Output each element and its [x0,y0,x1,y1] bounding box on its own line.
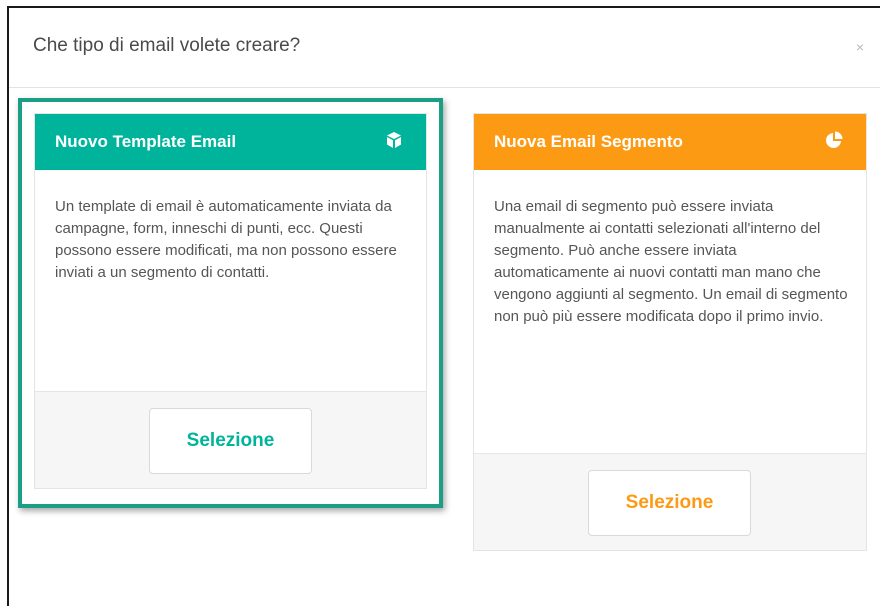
modal-title: Che tipo di email volete creare? [33,35,301,56]
select-segment-button[interactable]: Selezione [588,470,751,536]
modal-header: Che tipo di email volete creare? × [9,8,880,88]
close-button[interactable]: × [856,40,864,54]
card-header: Nuovo Template Email [35,114,426,170]
card-title: Nuovo Template Email [55,132,237,151]
card-footer: Selezione [35,391,426,488]
pie-chart-icon [824,130,844,150]
card-title: Nuova Email Segmento [494,132,683,151]
segment-email-card: Nuova Email Segmento Una email di segmen… [473,113,867,551]
card-footer: Selezione [474,453,866,550]
select-template-button[interactable]: Selezione [149,408,312,474]
cube-icon [384,130,404,150]
card-description: Una email di segmento può essere inviata… [494,198,848,325]
template-email-card: Nuovo Template Email Un template di emai… [34,113,427,489]
card-header: Nuova Email Segmento [474,114,866,170]
card-description: Un template di email è automaticamente i… [55,198,397,281]
